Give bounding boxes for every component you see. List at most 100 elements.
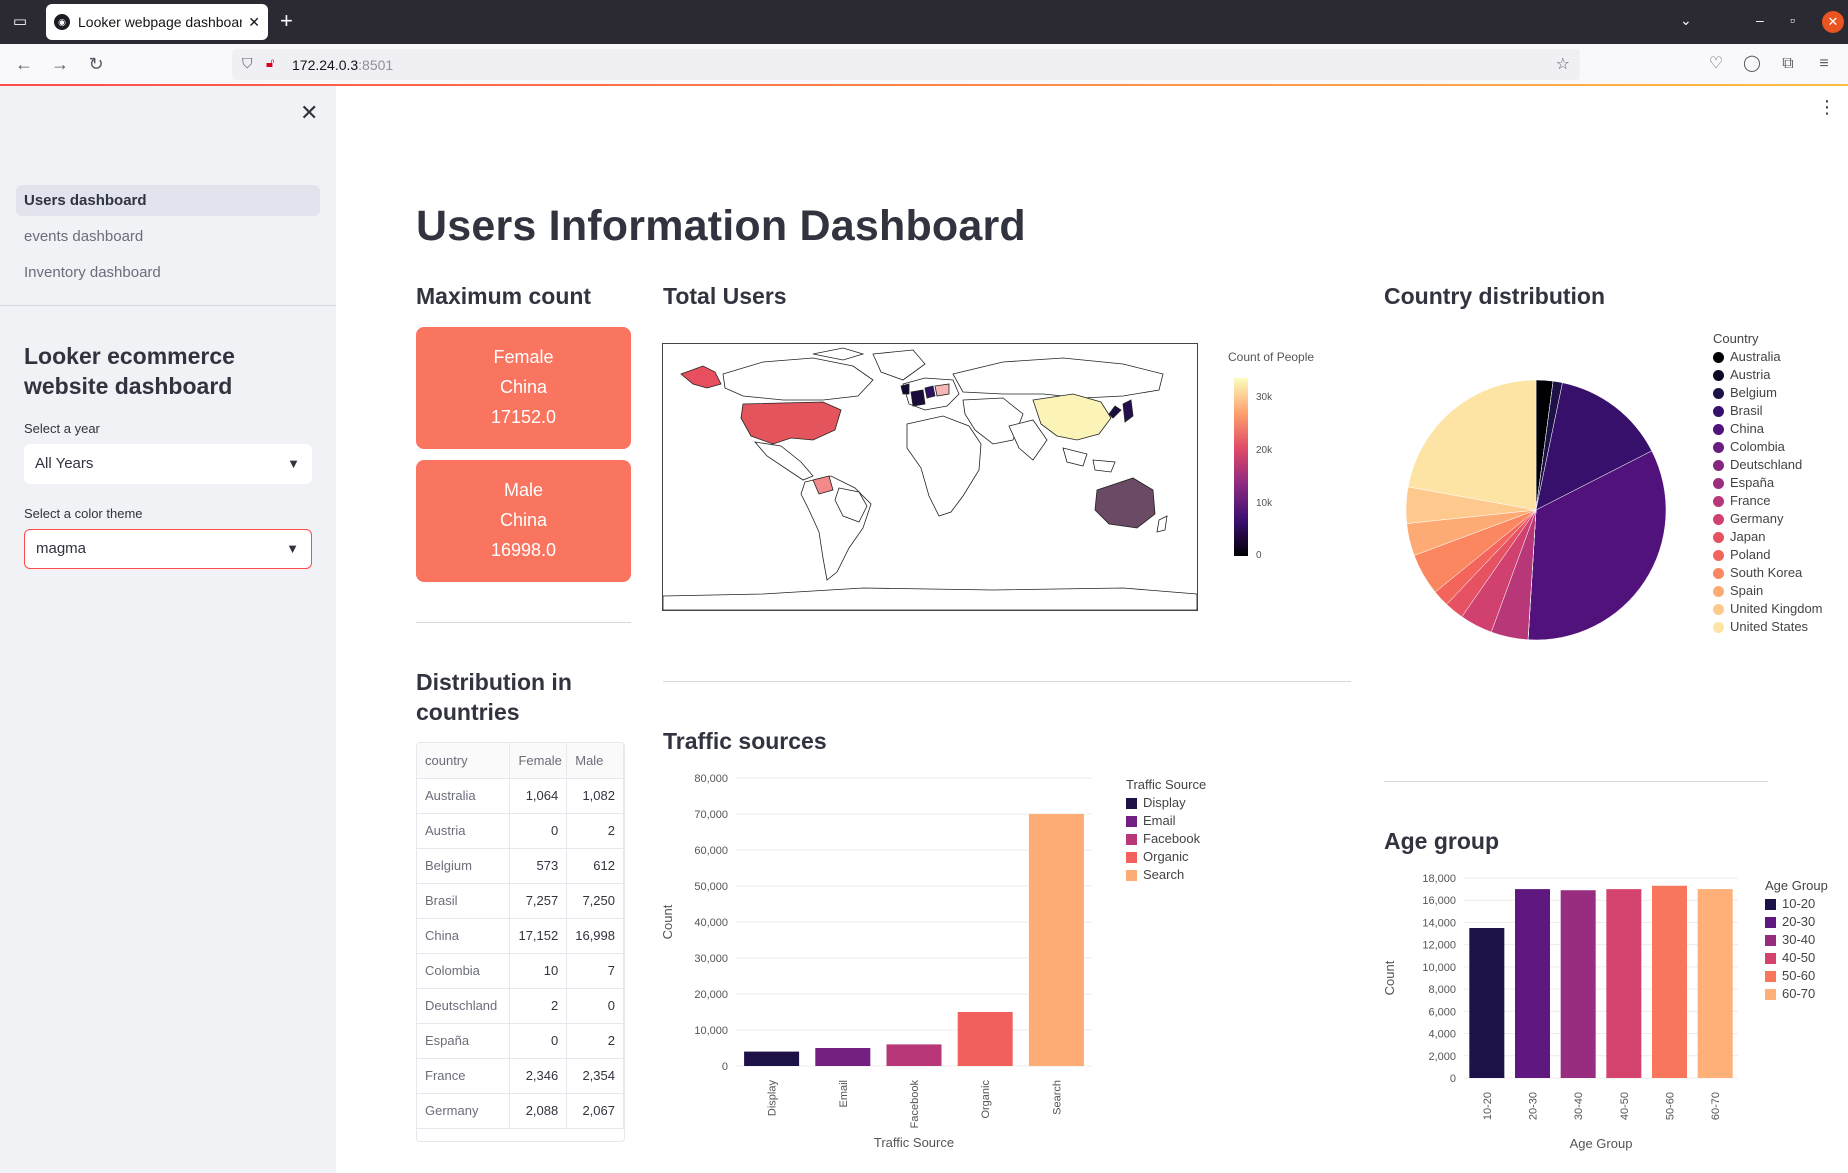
url-bar[interactable]: ⛉ 🔓︎ 172.24.0.3:8501 ☆ bbox=[232, 49, 1580, 80]
table-row[interactable]: Austria 0 2 bbox=[417, 813, 624, 849]
legend-item[interactable]: Display bbox=[1126, 794, 1206, 812]
table-row[interactable]: Deutschland 2 0 bbox=[417, 988, 624, 1024]
legend-item[interactable]: Austria bbox=[1713, 366, 1823, 384]
pocket-icon[interactable]: ♡ bbox=[1704, 52, 1728, 76]
bar[interactable] bbox=[815, 1048, 871, 1066]
distribution-table[interactable]: country Female Male Australia 1,064 1,082 A… bbox=[416, 742, 625, 1142]
legend-swatch bbox=[1765, 934, 1776, 946]
colorbar bbox=[1234, 378, 1248, 556]
legend-item[interactable]: Colombia bbox=[1713, 438, 1823, 456]
bar[interactable] bbox=[744, 1051, 800, 1066]
bar[interactable] bbox=[1028, 814, 1084, 1066]
pie-slice[interactable] bbox=[1407, 379, 1537, 511]
table-row[interactable]: France 2,346 2,354 bbox=[417, 1058, 624, 1094]
legend-item[interactable]: 10-20 bbox=[1765, 895, 1828, 913]
bar[interactable] bbox=[1697, 889, 1733, 1078]
tab-overflow-chevron-icon[interactable]: ⌄ bbox=[1680, 12, 1692, 29]
bar[interactable] bbox=[1469, 928, 1505, 1078]
reload-icon[interactable]: ↻ bbox=[84, 52, 108, 76]
column-header[interactable]: Male bbox=[566, 743, 624, 779]
table-row[interactable]: Belgium 573 612 bbox=[417, 848, 624, 884]
bar[interactable] bbox=[957, 1012, 1013, 1066]
legend-item[interactable]: South Korea bbox=[1713, 564, 1823, 582]
forward-icon[interactable]: → bbox=[48, 52, 72, 76]
table-cell: Deutschland bbox=[417, 988, 511, 1024]
table-row[interactable]: Colombia 10 7 bbox=[417, 953, 624, 989]
hamburger-menu-icon[interactable]: ≡ bbox=[1812, 52, 1836, 76]
country-pie-chart[interactable] bbox=[1396, 370, 1676, 650]
bookmark-star-icon[interactable]: ☆ bbox=[1556, 54, 1570, 74]
legend-item[interactable]: Poland bbox=[1713, 546, 1823, 564]
map-region-united-kingdom bbox=[900, 383, 910, 395]
legend-item[interactable]: 50-60 bbox=[1765, 967, 1828, 985]
back-icon[interactable]: ← bbox=[12, 52, 36, 76]
tab-close-icon[interactable]: ✕ bbox=[248, 14, 260, 31]
table-row[interactable]: China 17,152 16,998 bbox=[417, 918, 624, 954]
traffic-bar-chart[interactable]: 0 10,000 20,000 30,000 40,000 50,000 60,000 70,… bbox=[660, 765, 1120, 1165]
age-group-heading: Age group bbox=[1384, 828, 1499, 854]
legend-item[interactable]: Spain bbox=[1713, 582, 1823, 600]
bar[interactable] bbox=[1606, 889, 1642, 1078]
x-tick-label: 60-70 bbox=[1710, 1092, 1722, 1120]
sidebar-item-events-dashboard[interactable]: events dashboard bbox=[16, 221, 320, 252]
legend-item[interactable]: France bbox=[1713, 492, 1823, 510]
extensions-icon[interactable]: ⧉ bbox=[1776, 52, 1800, 76]
account-icon[interactable]: ◯ bbox=[1740, 52, 1764, 76]
choropleth-map[interactable] bbox=[662, 343, 1198, 611]
map-region-antarctica bbox=[662, 587, 1198, 611]
bar[interactable] bbox=[1515, 889, 1550, 1078]
shield-icon[interactable]: ⛉ bbox=[242, 55, 253, 72]
legend-item[interactable]: United States bbox=[1713, 618, 1823, 636]
column-header[interactable]: Female bbox=[509, 743, 568, 779]
bar[interactable] bbox=[1652, 885, 1687, 1078]
browser-tab[interactable]: ◉ Looker webpage dashboard ✕ bbox=[46, 4, 268, 40]
sidebar-item-users-dashboard[interactable]: Users dashboard bbox=[16, 185, 320, 216]
metric-value: 16998.0 bbox=[490, 540, 557, 560]
legend-item[interactable]: Australia bbox=[1713, 348, 1823, 366]
map-region-china bbox=[1032, 393, 1112, 441]
legend-item[interactable]: Facebook bbox=[1126, 830, 1206, 848]
y-axis-title: Count bbox=[660, 904, 675, 939]
legend-item[interactable]: Belgium bbox=[1713, 384, 1823, 402]
legend-item[interactable]: Organic bbox=[1126, 848, 1206, 866]
tab-list-icon[interactable]: ▭ bbox=[10, 12, 30, 32]
legend-item[interactable]: 60-70 bbox=[1765, 985, 1828, 1003]
map-region-greenland bbox=[872, 349, 926, 381]
restore-icon[interactable]: ▫ bbox=[1790, 12, 1795, 28]
table-header-row: country Female Male bbox=[417, 743, 624, 779]
window-close-icon[interactable]: ✕ bbox=[1822, 11, 1844, 33]
legend-item[interactable]: Germany bbox=[1713, 510, 1823, 528]
legend-item[interactable]: Deutschland bbox=[1713, 456, 1823, 474]
legend-swatch bbox=[1713, 567, 1724, 579]
legend-item[interactable]: United Kingdom bbox=[1713, 600, 1823, 618]
table-row[interactable]: Australia 1,064 1,082 bbox=[417, 778, 624, 814]
sidebar-divider bbox=[0, 305, 336, 306]
table-row[interactable]: Germany 2,088 2,067 bbox=[417, 1093, 624, 1129]
theme-select[interactable]: magma ▼ bbox=[24, 529, 312, 569]
bar[interactable] bbox=[886, 1044, 942, 1066]
sidebar-item-inventory-dashboard[interactable]: Inventory dashboard bbox=[16, 257, 320, 288]
bar[interactable] bbox=[1560, 890, 1596, 1078]
table-row[interactable]: Brasil 7,257 7,250 bbox=[417, 883, 624, 919]
age-bar-chart[interactable]: 0 2,000 4,000 6,000 8,000 10,000 12,000 14,000 1… bbox=[1380, 862, 1760, 1162]
legend-item[interactable]: Brasil bbox=[1713, 402, 1823, 420]
column-header[interactable]: country bbox=[417, 743, 511, 779]
insecure-lock-icon[interactable]: 🔓︎ bbox=[266, 55, 274, 71]
y-tick-label: 10,000 bbox=[694, 1025, 728, 1037]
legend-item[interactable]: Search bbox=[1126, 866, 1206, 884]
legend-item[interactable]: Japan bbox=[1713, 528, 1823, 546]
main-menu-icon[interactable]: ⋮ bbox=[1818, 98, 1836, 116]
y-tick-label: 0 bbox=[722, 1061, 728, 1073]
legend-item[interactable]: 40-50 bbox=[1765, 949, 1828, 967]
legend-item[interactable]: 20-30 bbox=[1765, 913, 1828, 931]
table-row[interactable]: España 0 2 bbox=[417, 1023, 624, 1059]
legend-item[interactable]: 30-40 bbox=[1765, 931, 1828, 949]
legend-item[interactable]: España bbox=[1713, 474, 1823, 492]
new-tab-icon[interactable]: + bbox=[280, 10, 293, 32]
legend-item[interactable]: Email bbox=[1126, 812, 1206, 830]
sidebar-close-icon[interactable]: ✕ bbox=[300, 100, 318, 126]
year-select[interactable]: All Years ▼ bbox=[24, 444, 312, 484]
minimize-icon[interactable]: – bbox=[1756, 12, 1764, 28]
legend-item[interactable]: China bbox=[1713, 420, 1823, 438]
x-tick-label: Email bbox=[838, 1080, 850, 1108]
